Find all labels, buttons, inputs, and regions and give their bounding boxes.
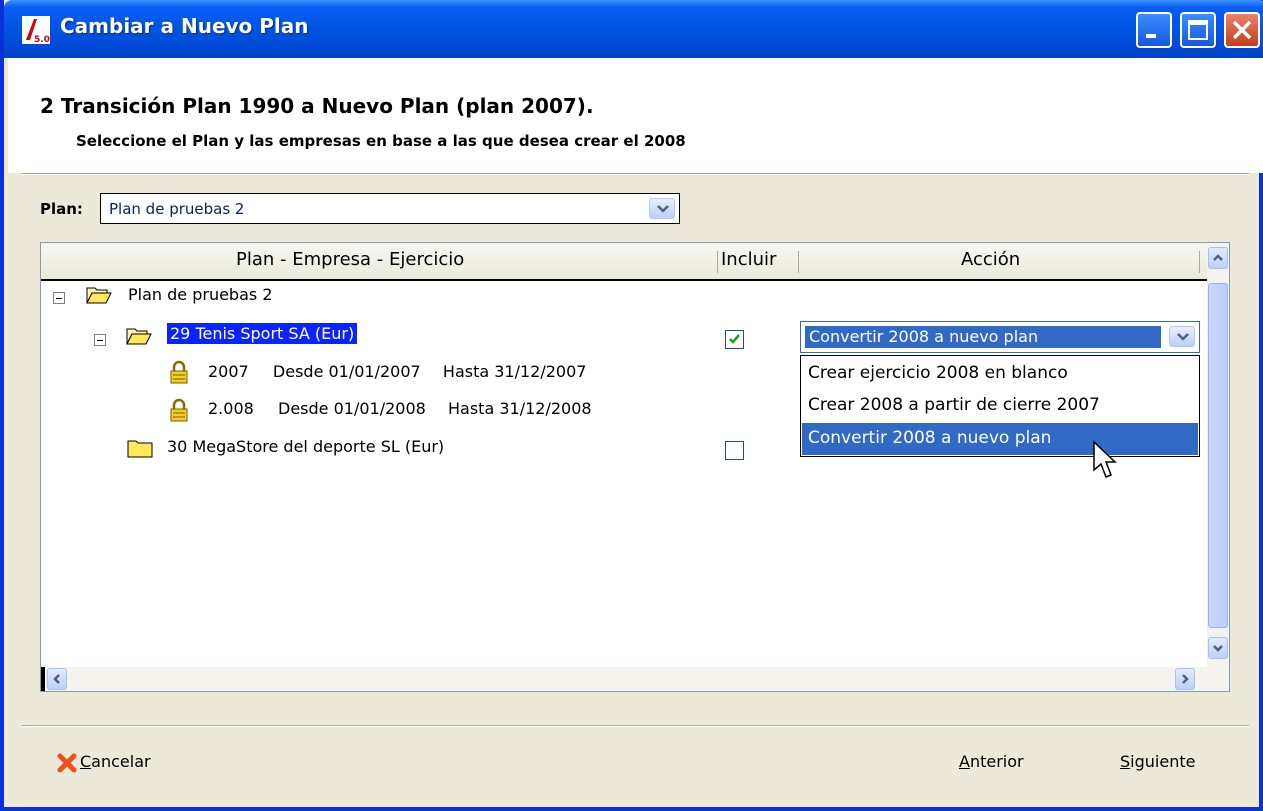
footer-separator <box>22 725 1249 727</box>
include-checkbox-company1[interactable] <box>725 330 744 349</box>
year-from: Desde 01/01/2008 <box>278 399 426 418</box>
chevron-down-icon <box>657 205 669 213</box>
folder-closed-icon <box>127 440 153 458</box>
chevron-right-icon <box>1182 674 1189 684</box>
folder-open-icon <box>86 287 112 304</box>
scroll-up-button[interactable] <box>1208 247 1228 269</box>
plan-dropdown-button[interactable] <box>649 198 675 219</box>
year-label: 2.008 <box>208 399 254 418</box>
action-select-company1[interactable]: Convertir 2008 a nuevo plan <box>800 321 1200 353</box>
year-to: Hasta 31/12/2008 <box>448 399 592 418</box>
column-header-plan[interactable]: Plan - Empresa - Ejercicio <box>236 249 464 270</box>
mouse-cursor-icon <box>1093 440 1117 478</box>
chevron-up-icon <box>1213 254 1223 261</box>
tree-node-year[interactable]: 2.008 Desde 01/01/2008 Hasta 31/12/2008 <box>208 399 592 418</box>
tree-node-company[interactable]: 29 Tenis Sport SA (Eur) <box>167 323 358 344</box>
tree-node-company[interactable]: 30 MegaStore del deporte SL (Eur) <box>167 437 444 456</box>
vertical-scroll-thumb[interactable] <box>1208 283 1228 628</box>
cancel-label: ancelar <box>91 752 151 771</box>
chevron-left-icon <box>53 674 60 684</box>
chevron-down-icon <box>1177 333 1189 341</box>
year-from: Desde 01/01/2007 <box>272 362 421 381</box>
close-icon <box>1232 20 1252 40</box>
tree-node-plan[interactable]: Plan de pruebas 2 <box>128 285 273 304</box>
previous-button[interactable]: Anterior <box>959 752 1024 771</box>
tree-node-company-label: 29 Tenis Sport SA (Eur) <box>167 323 358 344</box>
column-header-incluir[interactable]: Incluir <box>721 249 776 270</box>
minimize-icon <box>1146 34 1156 38</box>
title-bar[interactable]: 5.0 Cambiar a Nuevo Plan <box>4 0 1263 58</box>
window-title: Cambiar a Nuevo Plan <box>60 14 309 38</box>
grid-header: Plan - Empresa - Ejercicio Incluir Acció… <box>41 243 1207 281</box>
close-button[interactable] <box>1224 12 1260 48</box>
maximize-button[interactable] <box>1180 12 1216 48</box>
action-dropdown-list[interactable]: Crear ejercicio 2008 en blanco Crear 200… <box>800 355 1200 457</box>
previous-label: nterior <box>969 752 1024 771</box>
svg-text:5.0: 5.0 <box>34 35 50 44</box>
tree-node-year[interactable]: 2007 Desde 01/01/2007 Hasta 31/12/2007 <box>208 362 586 381</box>
action-select-value: Convertir 2008 a nuevo plan <box>804 325 1162 349</box>
horizontal-scrollbar[interactable] <box>41 667 1229 691</box>
column-divider[interactable] <box>798 251 799 273</box>
plan-tree-grid[interactable]: Plan - Empresa - Ejercicio Incluir Acció… <box>40 242 1230 692</box>
folder-open-icon <box>126 328 152 345</box>
column-divider[interactable] <box>1199 251 1200 273</box>
next-label: iguiente <box>1130 752 1196 771</box>
scroll-right-button[interactable] <box>1175 668 1195 690</box>
checkmark-icon <box>729 334 740 344</box>
scroll-down-button[interactable] <box>1208 637 1228 659</box>
previous-accel: A <box>959 752 970 771</box>
column-divider[interactable] <box>717 251 718 273</box>
column-header-accion[interactable]: Acción <box>961 249 1020 270</box>
collapse-company-button[interactable] <box>94 334 106 346</box>
cancel-accel: C <box>80 752 92 771</box>
cancel-x-icon <box>57 753 77 773</box>
app-icon: 5.0 <box>22 16 50 44</box>
lock-icon <box>170 360 188 384</box>
header-separator <box>22 173 1249 175</box>
plan-label: Plan: <box>40 200 83 218</box>
action-option-blank[interactable]: Crear ejercicio 2008 en blanco <box>802 358 1198 390</box>
minimize-button[interactable] <box>1136 12 1172 48</box>
scroll-left-button[interactable] <box>47 668 67 690</box>
plan-select-value: Plan de pruebas 2 <box>109 200 245 218</box>
scroll-edge <box>41 667 45 691</box>
year-to: Hasta 31/12/2007 <box>442 362 587 381</box>
plan-select[interactable]: Plan de pruebas 2 <box>100 193 680 224</box>
maximize-icon <box>1188 20 1208 40</box>
vertical-scrollbar[interactable] <box>1207 243 1229 667</box>
chevron-down-icon <box>1213 645 1223 652</box>
action-option-convert[interactable]: Convertir 2008 a nuevo plan <box>801 422 1199 456</box>
step-subtitle: Seleccione el Plan y las empresas en bas… <box>76 132 686 150</box>
year-label: 2007 <box>208 362 249 381</box>
include-checkbox-company2[interactable] <box>725 441 744 460</box>
action-dropdown-button[interactable] <box>1169 326 1195 347</box>
cancel-button[interactable]: Cancelar <box>80 752 151 771</box>
action-option-from-close[interactable]: Crear 2008 a partir de cierre 2007 <box>802 390 1198 422</box>
dialog-window: 5.0 Cambiar a Nuevo Plan 2 Transición Pl… <box>0 0 1263 811</box>
step-title: 2 Transición Plan 1990 a Nuevo Plan (pla… <box>40 94 594 118</box>
lock-icon <box>170 398 188 422</box>
collapse-root-button[interactable] <box>53 292 65 304</box>
next-accel: S <box>1120 752 1131 771</box>
next-button[interactable]: Siguiente <box>1120 752 1195 771</box>
